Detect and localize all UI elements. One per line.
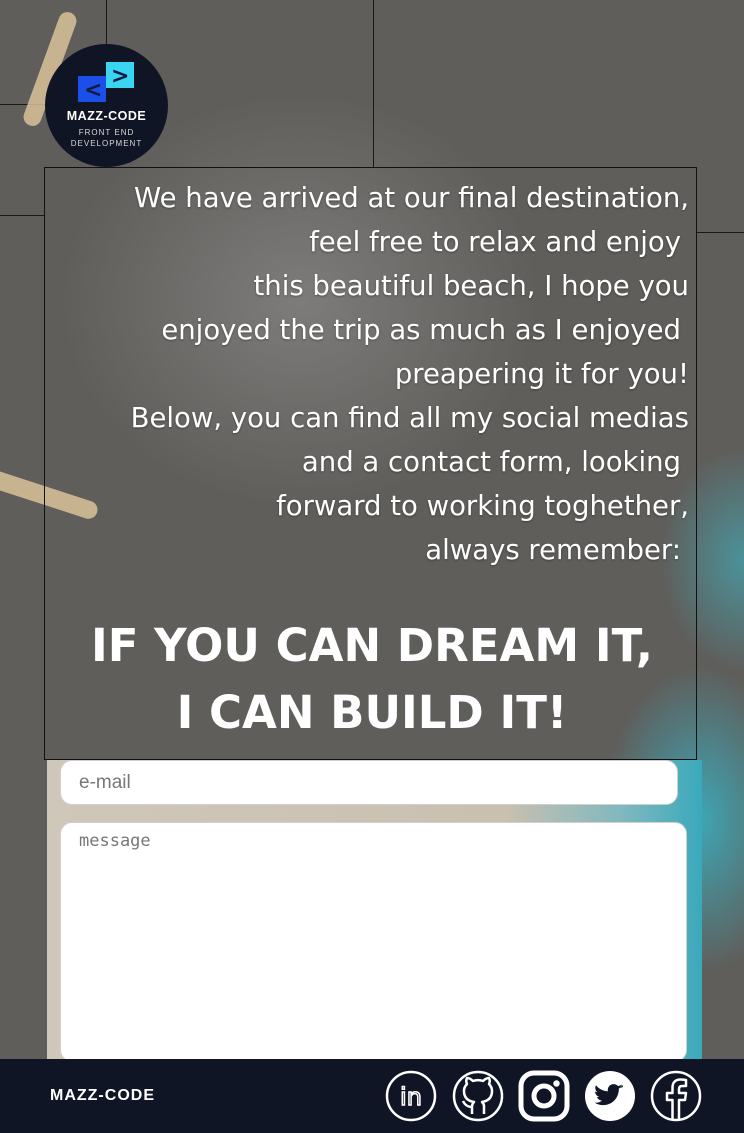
message-textarea[interactable] [60, 822, 687, 1062]
logo-mark-left: < [84, 78, 102, 103]
intro-line: Below, you can find all my social medias [130, 402, 689, 434]
github-icon[interactable] [452, 1070, 504, 1122]
code-brackets-icon: < > [78, 62, 134, 103]
footer: MAZZ-CODE in [0, 1059, 744, 1133]
intro-line: and a contact form, looking [301, 446, 681, 478]
footer-brand[interactable]: MAZZ-CODE [50, 1087, 155, 1105]
logo-mark-right: > [111, 64, 129, 89]
linkedin-glyph: in [400, 1083, 422, 1111]
intro-line: this beautiful beach, I hope you [253, 270, 689, 302]
linkedin-icon[interactable]: in [385, 1070, 437, 1122]
grid-line [106, 0, 107, 44]
intro-line: We have arrived at our final destination… [134, 182, 689, 214]
motto-line: I CAN BUILD IT! [176, 686, 568, 739]
twitter-icon[interactable] [584, 1070, 636, 1122]
grid-line [0, 215, 44, 216]
grid-line [373, 0, 374, 167]
intro-line: feel free to relax and enjoy [309, 226, 681, 258]
grid-line [697, 232, 744, 233]
instagram-icon[interactable] [518, 1070, 570, 1122]
intro-line: enjoyed the trip as much as I enjoyed [161, 314, 681, 346]
motto-line: IF YOU CAN DREAM IT, [91, 619, 653, 672]
facebook-icon[interactable] [650, 1070, 702, 1122]
intro-line: preapering it for you! [394, 358, 689, 390]
intro-text: We have arrived at our final destination… [49, 176, 689, 572]
email-input[interactable] [60, 760, 678, 805]
motto-heading: IF YOU CAN DREAM IT, I CAN BUILD IT! [0, 612, 744, 746]
intro-line: always remember: [425, 534, 681, 566]
intro-line: forward to working toghether, [276, 490, 689, 522]
logo-name: MAZZ-CODE [66, 109, 147, 123]
contact-form [47, 760, 702, 1062]
logo-subtitle: FRONT END DEVELOPMENT [70, 128, 143, 148]
logo[interactable]: < > MAZZ-CODE FRONT END DEVELOPMENT [45, 44, 168, 167]
